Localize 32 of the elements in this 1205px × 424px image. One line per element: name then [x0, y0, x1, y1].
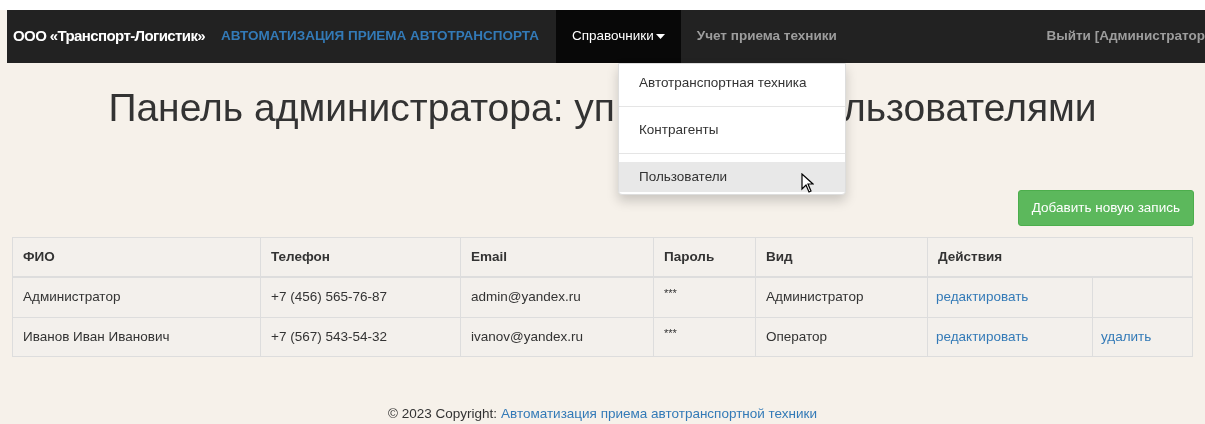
page-heading: льзователями	[843, 84, 1097, 131]
column-header: Пароль	[654, 238, 756, 276]
column-header: Email	[461, 238, 654, 276]
footer-link[interactable]: Автоматизация приема автотранспортной техники	[501, 404, 817, 424]
menu-item[interactable]: Контрагенты	[619, 115, 845, 145]
column-header: Действия	[937, 247, 1004, 266]
brand-name[interactable]: ООО «Транспорт-Логистик»	[13, 25, 206, 48]
nav-item[interactable]: Учет приема техники	[680, 10, 853, 63]
app-title[interactable]: АВТОМАТИЗАЦИЯ ПРИЕМА АВТОТРАНСПОРТА	[221, 26, 539, 47]
table-cell: Иванов Иван Иванович	[13, 318, 261, 356]
copyright-text: © 2023 Copyright:	[388, 405, 497, 423]
column-header: Вид	[756, 238, 928, 276]
menu-item[interactable]: Пользователи	[619, 162, 845, 192]
table-cell: +7 (456) 565-76-87	[261, 278, 461, 317]
table-cell: Оператор	[756, 318, 928, 356]
table-cell: Администратор	[756, 278, 928, 317]
caret-icon	[655, 34, 665, 39]
column-header: ФИО	[13, 238, 261, 276]
edit-link[interactable]: редактировать	[936, 326, 1029, 348]
column-header: Телефон	[261, 238, 461, 276]
edit-link[interactable]: редактировать	[936, 287, 1029, 308]
table-cell: Администратор	[13, 278, 261, 317]
nav-item[interactable]: Справочники	[556, 10, 681, 63]
logout-link[interactable]: Выйти [Администратор	[1046, 26, 1205, 47]
table-cell: ivanov@yandex.ru	[461, 318, 654, 356]
table-cell: admin@yandex.ru	[461, 278, 654, 317]
menu-item[interactable]: Автотранспортная техника	[619, 68, 845, 98]
table-cell: ***	[654, 278, 756, 317]
table-cell: ***	[654, 318, 756, 356]
delete-link[interactable]: удалить	[1101, 326, 1152, 348]
table-cell: +7 (567) 543-54-32	[261, 318, 461, 356]
page-heading: Панель администратора: уп	[108, 84, 615, 131]
